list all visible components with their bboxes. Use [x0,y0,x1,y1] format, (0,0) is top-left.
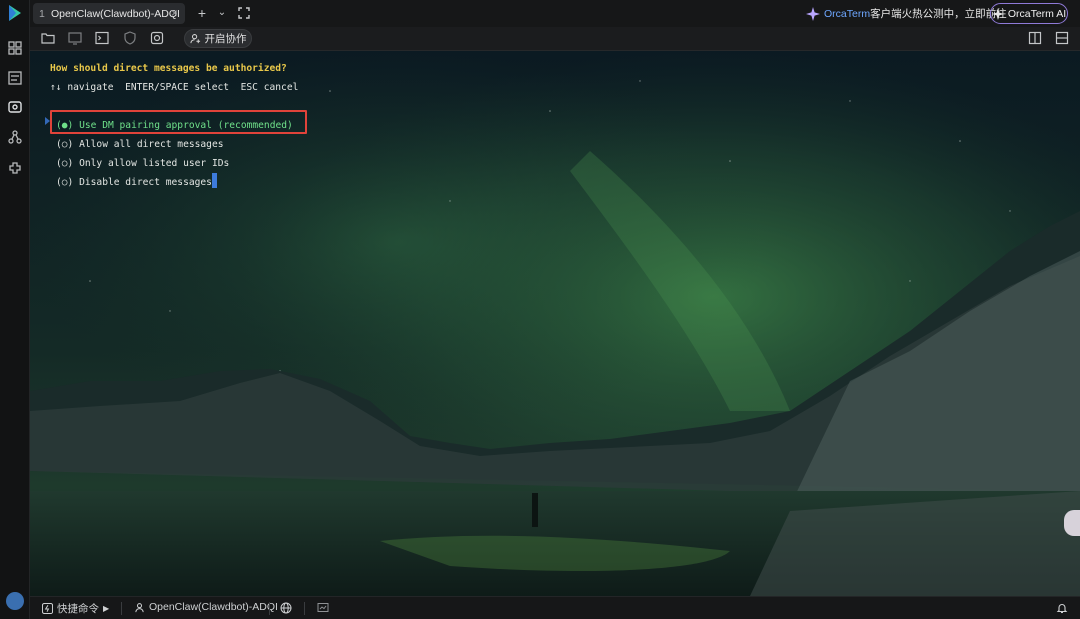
network-icon[interactable] [7,129,23,145]
promo-text: 客户端火热公测中，立即前往 [870,8,1007,20]
status-bar: 快捷命令 ▶ OpenClaw(Clawdbot)-ADQI [30,596,1080,619]
orcaterm-ai-button[interactable]: OrcaTerm AI [990,3,1068,24]
ai-button-label: OrcaTerm AI [1007,7,1067,20]
toolbar: 开启协作 [30,27,1080,51]
session-tab[interactable]: 1 OpenClaw(Clawdbot)-ADQI × [33,3,185,24]
ai-sparkle-icon [991,7,1004,20]
prompt-help: ↑↓ navigate ENTER/SPACE select ESC cance… [50,82,299,93]
app-logo-icon [9,5,21,21]
promo-brand: OrcaTerm [824,7,871,20]
tab-title: OpenClaw(Clawdbot)-ADQI [51,8,180,20]
divider [304,602,305,615]
monitor-chart-icon[interactable] [317,602,329,614]
close-icon[interactable]: × [171,6,178,20]
split-horizontal-icon[interactable] [1055,31,1069,45]
divider [269,602,270,615]
lightning-icon [42,603,53,614]
folder-icon[interactable] [41,31,55,45]
fullscreen-icon[interactable] [236,5,252,21]
tab-number: 1 [39,8,45,20]
session-info[interactable]: OpenClaw(Clawdbot)-ADQI [134,601,278,613]
start-collaboration-button[interactable]: 开启协作 [184,29,252,48]
promo-banner[interactable]: OrcaTerm 客户端火热公测中，立即前往 [806,5,1007,22]
sparkle-icon [806,6,820,21]
list-icon[interactable] [7,70,23,86]
quick-commands-button[interactable]: 快捷命令 ▶ [42,601,109,616]
option-disable[interactable]: (○) Disable direct messages [56,177,212,188]
terminal-icon[interactable] [7,99,23,115]
option-dm-pairing[interactable]: (●) Use DM pairing approval (recommended… [50,116,298,135]
grid-icon[interactable] [7,40,23,56]
title-bar: 1 OpenClaw(Clawdbot)-ADQI × + ⌄ OrcaTerm… [30,0,1080,27]
bell-icon[interactable] [1056,602,1068,614]
divider [121,602,122,615]
session-name: OpenClaw(Clawdbot)-ADQI [149,601,278,613]
option-allow-all[interactable]: (○) Allow all direct messages [50,135,298,154]
terminal-pane[interactable]: How should direct messages be authorized… [30,51,1080,596]
option-allow-listed[interactable]: (○) Only allow listed user IDs [50,154,298,173]
split-vertical-icon[interactable] [1028,31,1042,45]
terminal-output: How should direct messages be authorized… [50,59,298,192]
chevron-down-icon[interactable]: ⌄ [214,5,230,21]
terminal-window-icon[interactable] [95,31,109,45]
floating-assistant-button[interactable] [1064,510,1080,536]
avatar[interactable] [6,592,24,610]
plus-icon[interactable]: + [194,5,210,21]
user-add-icon [189,34,200,44]
collab-label: 开启协作 [204,33,247,45]
shield-icon[interactable] [123,31,137,45]
plugin-icon[interactable] [7,160,23,176]
session-icon [135,602,144,612]
caret-right-icon: ▶ [103,604,110,613]
monitor-icon[interactable] [68,31,82,45]
quick-commands-label: 快捷命令 [57,603,99,615]
terminal-cursor [211,173,217,188]
left-rail [0,0,30,619]
prompt-question: How should direct messages be authorized… [50,63,287,74]
globe-icon[interactable] [280,602,292,614]
record-icon[interactable] [150,31,164,45]
